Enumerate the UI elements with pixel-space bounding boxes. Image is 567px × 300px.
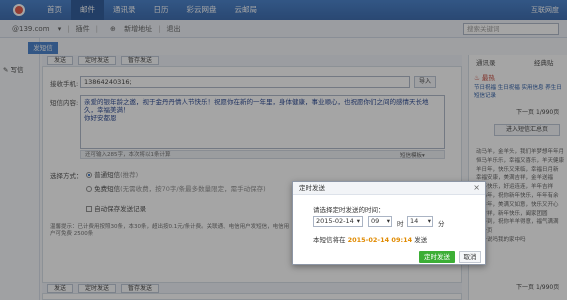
minute-select[interactable]: 14 ▾ [407, 216, 433, 227]
hour-select[interactable]: 09 ▾ [368, 216, 392, 227]
scheduled-time: 2015-02-14 09:14 [347, 236, 413, 244]
scheduled-send-dialog: 定时发送 × 请选择定时发送的时间： 2015-02-14 ▾ 09 ▾ 时 14 ▾… [292, 181, 486, 265]
close-icon[interactable]: × [473, 183, 480, 192]
hour-unit: 时 [397, 220, 404, 228]
dialog-prompt: 请选择定时发送的时间： [313, 206, 385, 214]
date-value: 2015-02-14 [316, 217, 354, 225]
minute-unit: 分 [438, 220, 445, 228]
cancel-button[interactable]: 取消 [459, 251, 481, 263]
chevron-down-icon: ▾ [386, 217, 390, 225]
minute-value: 14 [410, 217, 419, 225]
info-suffix: 发送 [414, 236, 428, 244]
calendar-icon: ▾ [356, 217, 360, 225]
confirm-scheduled-send-button[interactable]: 定时发送 [419, 251, 455, 263]
chevron-down-icon: ▾ [427, 217, 431, 225]
schedule-info: 本短信将在 2015-02-14 09:14 发送 [313, 234, 427, 244]
date-picker[interactable]: 2015-02-14 ▾ [313, 216, 363, 227]
hour-value: 09 [371, 217, 380, 225]
info-prefix: 本短信将在 [313, 236, 346, 244]
dialog-title: 定时发送 [293, 182, 485, 195]
